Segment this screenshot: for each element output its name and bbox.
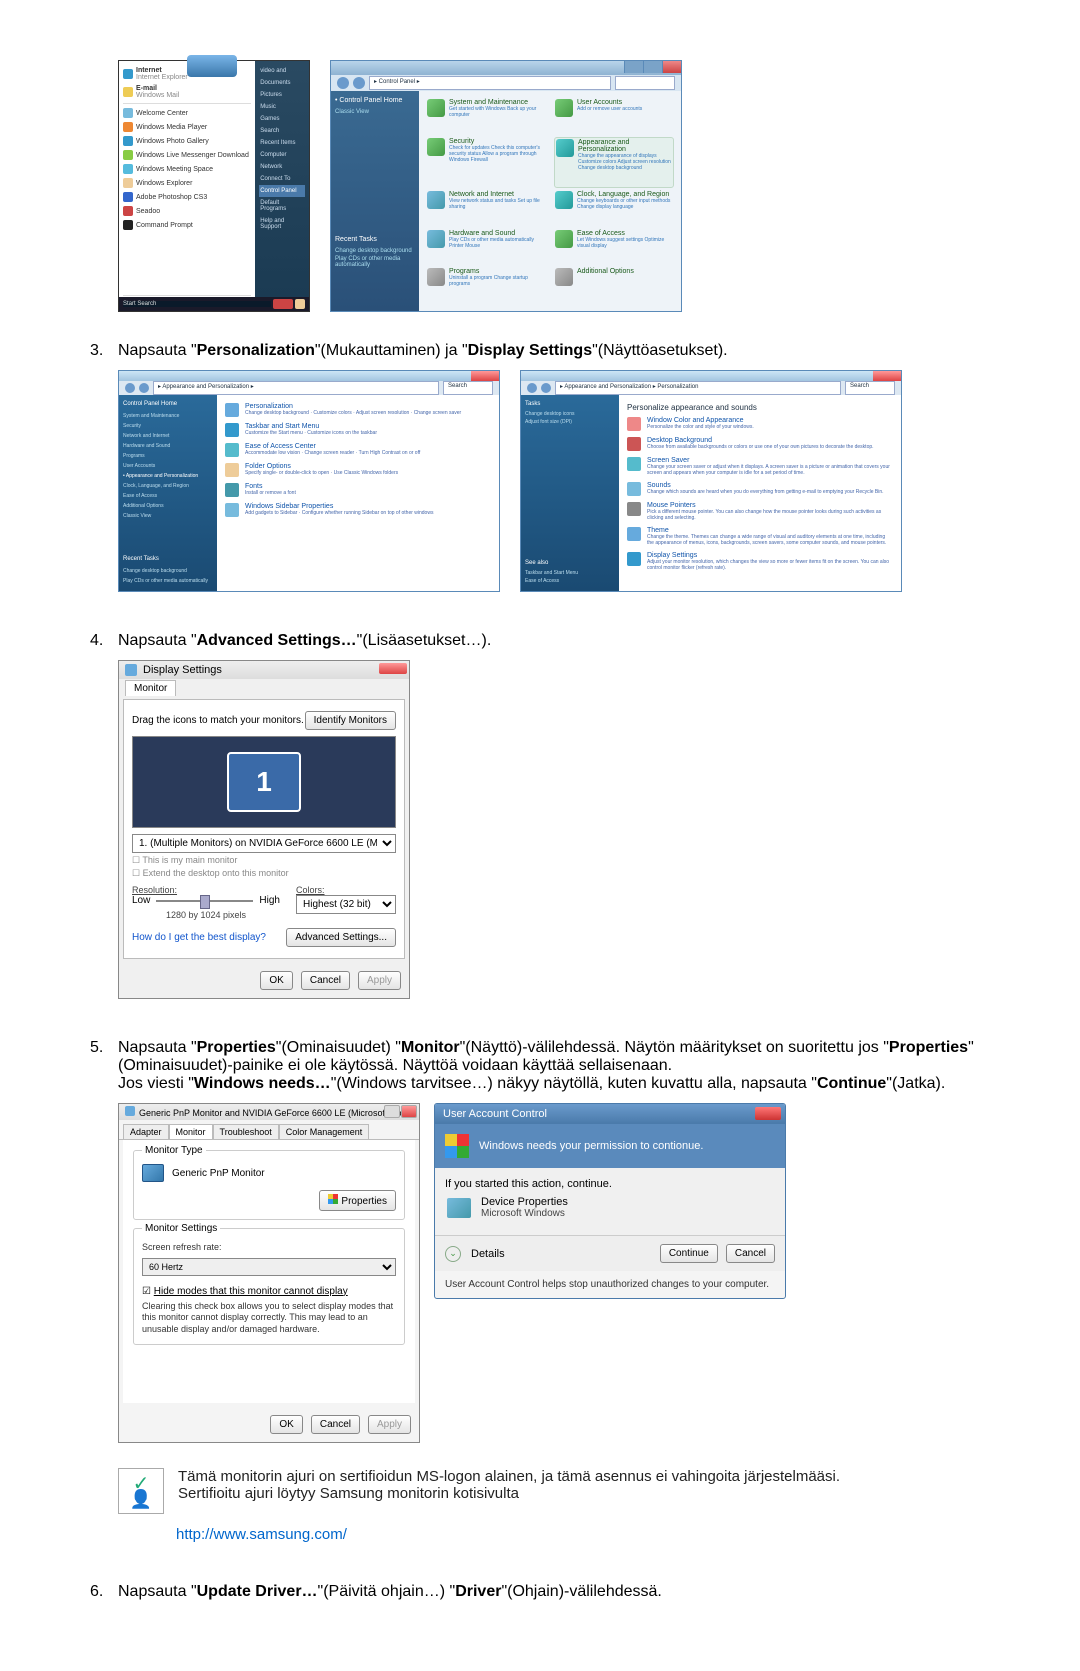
refresh-rate-label: Screen refresh rate: (142, 1242, 396, 1254)
device-icon (447, 1198, 471, 1218)
tab-color-management[interactable]: Color Management (279, 1124, 370, 1139)
control-panel-window: ▸ Control Panel ▸ • Control Panel Home C… (330, 60, 682, 312)
monitor-properties-dialog: Generic PnP Monitor and NVIDIA GeForce 6… (118, 1103, 420, 1443)
hide-modes-description: Clearing this check box allows you to se… (142, 1301, 396, 1336)
monitor-name: Generic PnP Monitor (172, 1168, 265, 1179)
refresh-rate-select[interactable]: 60 Hertz (142, 1258, 396, 1276)
vista-start-menu: InternetInternet Explorer E-mailWindows … (118, 60, 310, 312)
uac-started-label: If you started this action, continue. (445, 1178, 775, 1190)
drag-label: Drag the icons to match your monitors. (132, 715, 304, 726)
resolution-value: 1280 by 1024 pixels (132, 910, 280, 920)
close-icon[interactable] (379, 663, 407, 674)
monitor-icon (142, 1164, 164, 1182)
main-monitor-checkbox: ☐ This is my main monitor (132, 855, 396, 866)
resolution-slider[interactable]: LowHigh (132, 895, 280, 906)
ok-button[interactable]: OK (270, 1415, 302, 1434)
resolution-label: Resolution: (132, 885, 280, 895)
shield-icon (328, 1194, 338, 1204)
tab-troubleshoot[interactable]: Troubleshoot (213, 1124, 279, 1139)
help-icon[interactable] (384, 1105, 400, 1118)
step-4: 4. Napsauta "Advanced Settings…"(Lisäase… (90, 632, 990, 650)
step-6: 6. Napsauta "Update Driver…"(Päivitä ohj… (90, 1583, 990, 1601)
uac-footer: User Account Control helps stop unauthor… (435, 1271, 785, 1298)
note: ✓ 👤 Tämä monitorin ajuri on sertifioidun… (118, 1468, 990, 1514)
uac-heading: Windows needs your permission to contion… (479, 1140, 703, 1152)
person-icon: 👤 (130, 1492, 152, 1506)
step-5: 5. Napsauta "Properties"(Ominaisuudet) "… (90, 1039, 990, 1093)
appearance-window: ▸ Appearance and Personalization ▸Search… (118, 370, 500, 592)
monitor-icon (125, 664, 137, 676)
monitor-select[interactable]: 1. (Multiple Monitors) on NVIDIA GeForce… (132, 834, 396, 853)
apply-button: Apply (368, 1415, 411, 1434)
colors-label: Colors: (296, 885, 396, 895)
uac-dialog: User Account Control Windows needs your … (434, 1103, 786, 1299)
shield-icon (445, 1134, 469, 1158)
best-display-link[interactable]: How do I get the best display? (132, 932, 266, 943)
hide-modes-checkbox[interactable]: ☑ Hide modes that this monitor cannot di… (142, 1286, 396, 1297)
close-icon[interactable] (755, 1107, 781, 1120)
colors-select[interactable]: Highest (32 bit) (296, 895, 396, 914)
cancel-button[interactable]: Cancel (726, 1244, 775, 1263)
continue-button[interactable]: Continue (660, 1244, 718, 1263)
advanced-settings-button[interactable]: Advanced Settings... (286, 928, 396, 947)
display-settings-dialog: Display Settings Monitor Drag the icons … (118, 660, 410, 999)
monitor-icon (125, 1106, 135, 1116)
apply-button: Apply (358, 971, 401, 990)
uac-program-name: Device Properties (481, 1196, 568, 1208)
ok-button[interactable]: OK (260, 971, 292, 990)
properties-button[interactable]: Properties (319, 1190, 396, 1211)
note-icon: ✓ 👤 (118, 1468, 164, 1514)
chevron-down-icon[interactable]: ⌄ (445, 1246, 461, 1262)
tab-monitor[interactable]: Monitor (125, 680, 176, 696)
close-icon[interactable] (401, 1105, 417, 1118)
cancel-button[interactable]: Cancel (311, 1415, 360, 1434)
personalization-window: ▸ Appearance and Personalization ▸ Perso… (520, 370, 902, 592)
uac-publisher: Microsoft Windows (481, 1208, 568, 1219)
cancel-button[interactable]: Cancel (301, 971, 350, 990)
step-3: 3. Napsauta "Personalization"(Mukauttami… (90, 342, 990, 360)
samsung-link[interactable]: http://www.samsung.com/ (176, 1526, 990, 1543)
tab-adapter[interactable]: Adapter (123, 1124, 169, 1139)
identify-monitors-button[interactable]: Identify Monitors (305, 711, 396, 730)
monitor-preview[interactable]: 1 (227, 752, 301, 812)
extend-desktop-checkbox: ☐ Extend the desktop onto this monitor (132, 868, 396, 879)
tab-monitor[interactable]: Monitor (169, 1124, 213, 1139)
details-toggle[interactable]: Details (471, 1248, 505, 1260)
